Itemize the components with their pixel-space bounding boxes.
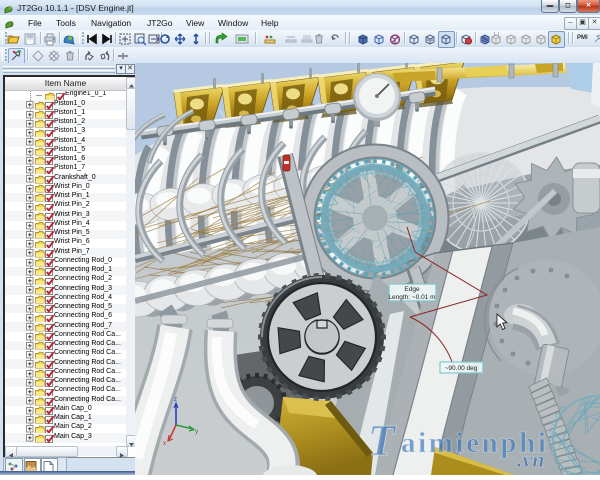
svg-text:Edge: Edge	[404, 286, 420, 293]
svg-text:y: y	[195, 429, 198, 435]
svg-text:z: z	[174, 397, 177, 403]
svg-text:T: T	[368, 416, 397, 465]
svg-text:Length: ~0.01 m: Length: ~0.01 m	[388, 294, 435, 301]
svg-text:.vn: .vn	[517, 447, 545, 472]
svg-text:x: x	[163, 441, 166, 447]
svg-text:~90.00 deg: ~90.00 deg	[445, 365, 478, 372]
